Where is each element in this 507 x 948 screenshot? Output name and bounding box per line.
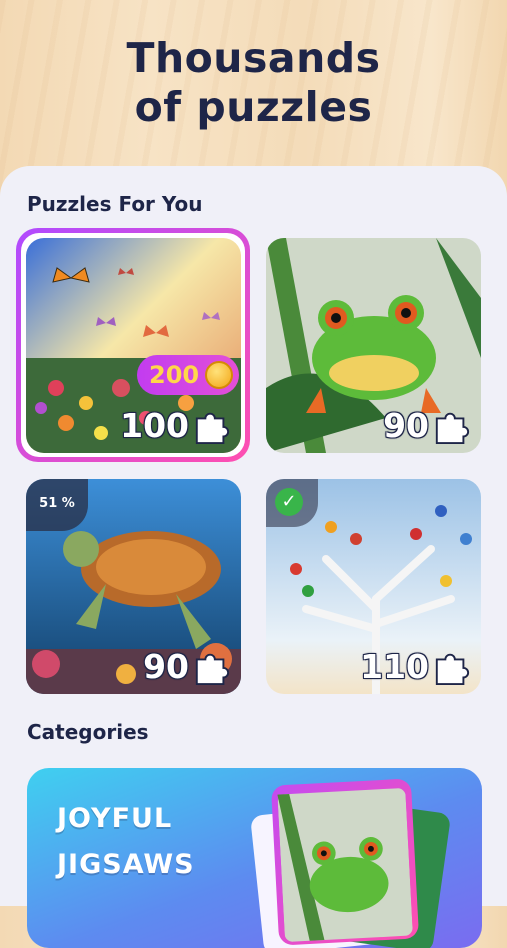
puzzle-piece-icon: [435, 412, 470, 444]
reward-badge: 200: [137, 355, 239, 395]
page-headline: Thousands of puzzles: [0, 34, 507, 132]
piece-count: 90: [143, 647, 231, 686]
category-thumbnail: [270, 778, 420, 946]
puzzle-card-birds[interactable]: ✓ 110: [266, 479, 481, 694]
reward-amount: 200: [149, 361, 200, 389]
puzzle-piece-icon: [435, 653, 470, 685]
piece-count-value: 90: [383, 406, 429, 445]
piece-count-value: 90: [143, 647, 189, 686]
category-title: JOYFUL JIGSAWS: [57, 796, 195, 888]
piece-count: 100: [120, 406, 231, 445]
progress-badge: 51 %: [26, 479, 88, 531]
section-title-categories: Categories: [27, 720, 149, 744]
piece-count-value: 110: [360, 647, 429, 686]
piece-count: 110: [360, 647, 471, 686]
puzzle-card-turtle[interactable]: 51 % 90: [26, 479, 241, 694]
category-banner-joyful-jigsaws[interactable]: JOYFUL JIGSAWS: [27, 768, 482, 948]
completed-badge: ✓: [266, 479, 318, 527]
checkmark-icon: ✓: [275, 488, 303, 516]
headline-line2: of puzzles: [134, 83, 373, 131]
puzzle-piece-icon: [195, 412, 230, 444]
progress-value: 51 %: [39, 495, 75, 511]
section-title-for-you: Puzzles For You: [27, 192, 203, 216]
category-title-line2: JIGSAWS: [57, 849, 195, 880]
puzzle-card-butterflies[interactable]: 200 100: [26, 238, 241, 453]
piece-count-value: 100: [120, 406, 189, 445]
headline-line1: Thousands: [126, 34, 381, 82]
frog-thumbnail-artwork: [277, 788, 413, 942]
puzzle-card-frog[interactable]: 90: [266, 238, 481, 453]
coin-icon: [205, 361, 233, 389]
puzzle-piece-icon: [195, 653, 230, 685]
piece-count: 90: [383, 406, 471, 445]
category-title-line1: JOYFUL: [57, 803, 173, 834]
